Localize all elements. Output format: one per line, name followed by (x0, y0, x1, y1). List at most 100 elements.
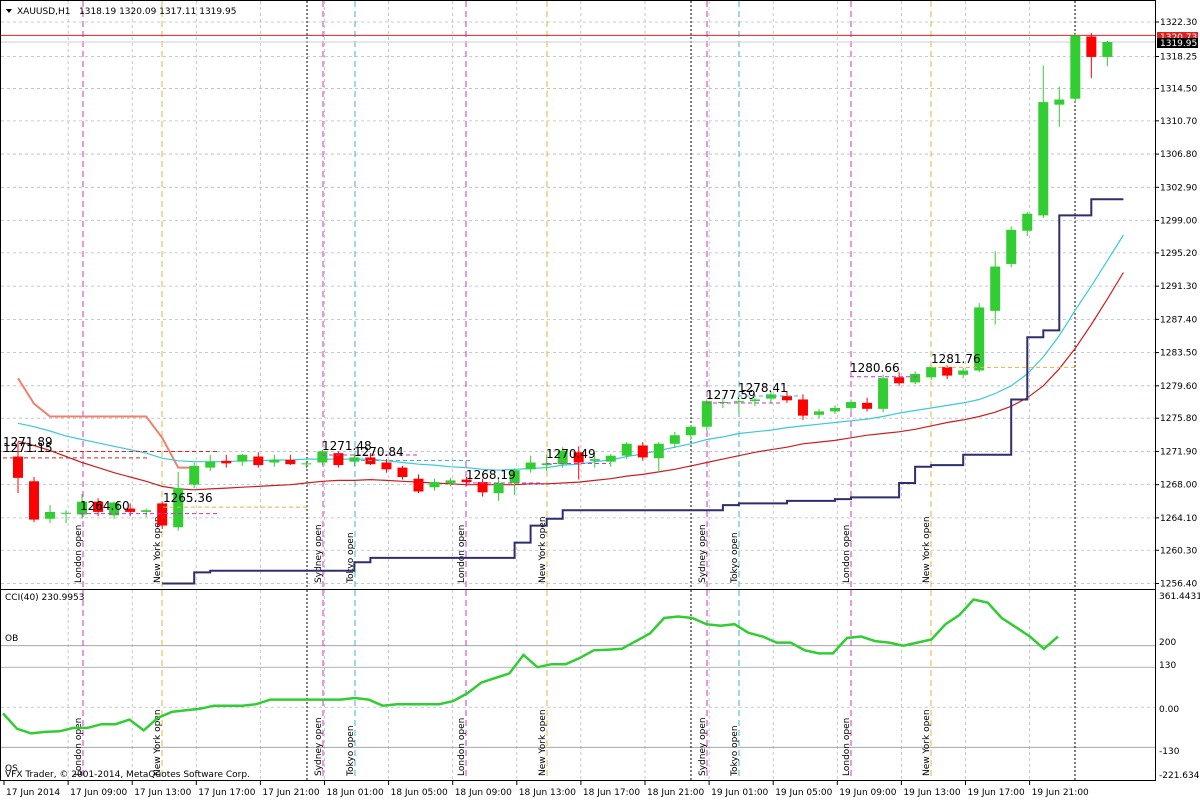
session-label-tokyo: Tokyo open (346, 725, 356, 777)
time-axis-label: 18 Jun 21:00 (647, 788, 704, 798)
candle-bullish (61, 512, 72, 514)
session-label-newyork: New York open (538, 709, 548, 776)
session-label-london: London open (74, 718, 84, 776)
price-axis-label: 1299.00 (1160, 217, 1197, 227)
indicator-title: CCI(40) 230.9953 (5, 593, 85, 603)
candle-bullish (1054, 99, 1065, 105)
session-label-london: London open (74, 525, 84, 583)
candle-bearish (253, 456, 264, 466)
candle-bearish (797, 399, 808, 416)
time-axis-label: 18 Jun 05:00 (391, 788, 448, 798)
candle-bullish (205, 461, 216, 468)
cci-scale-minus130: -130 (1159, 747, 1180, 757)
candle-bullish (45, 511, 56, 519)
candle-bullish (1070, 35, 1081, 99)
time-axis-label: 18 Jun 13:00 (519, 788, 576, 798)
cci-scale-min: -221.6349 (1159, 771, 1200, 781)
session-label-newyork: New York open (153, 516, 163, 583)
candle-bullish (429, 482, 440, 488)
session-label-tokyo: Tokyo open (346, 532, 356, 584)
candle-bullish (653, 443, 664, 459)
candle-bullish (685, 426, 696, 436)
candle-bullish (814, 411, 824, 415)
price-axis-label: 1283.50 (1160, 349, 1197, 359)
session-label-sydney: Sydney open (698, 717, 708, 776)
time-axis-label: 17 Jun 21:00 (262, 788, 319, 798)
price-axis-label: 1295.20 (1160, 249, 1197, 259)
price-axis-label: 1318.25 (1160, 53, 1197, 63)
candle-bullish (1006, 229, 1017, 264)
candle-bullish (910, 373, 921, 383)
time-axis-label: 19 Jun 05:00 (775, 788, 832, 798)
candle-bullish (269, 459, 280, 463)
session-label-sydney: Sydney open (314, 524, 324, 583)
candle-bullish (317, 451, 328, 463)
price-axis-label: 1306.80 (1160, 150, 1197, 160)
candle-bearish (413, 478, 424, 492)
price-axis-label: 1256.40 (1160, 580, 1197, 590)
trading-chart[interactable]: London open London open New York open New Y… (0, 0, 1200, 800)
session-label-tokyo: Tokyo open (730, 532, 740, 584)
time-axis-label: 17 Jun 09:00 (70, 788, 127, 798)
price-axis-label: 1314.50 (1160, 84, 1197, 94)
cci-scale-max: 361.4431 (1159, 592, 1200, 602)
price-axis-label: 1268.00 (1160, 481, 1197, 491)
price-annotation: 1270.84 (354, 445, 404, 459)
price-annotation: 1278.41 (738, 381, 788, 395)
time-axis-label: 18 Jun 09:00 (455, 788, 512, 798)
candle-bullish (189, 465, 200, 485)
candle-bullish (669, 435, 680, 444)
candle-bullish (301, 463, 312, 465)
candle-bearish (285, 459, 296, 465)
candle-bearish (637, 445, 648, 458)
time-axis-label: 18 Jun 01:00 (327, 788, 384, 798)
candle-bullish (141, 510, 152, 512)
candle-bearish (13, 456, 23, 478)
candle-bearish (477, 482, 488, 493)
copyright-text: VFX Trader, © 2001-2014, MetaQuotes Soft… (5, 770, 250, 780)
price-axis-label: 1302.90 (1160, 183, 1197, 193)
price-axis-label: 1287.40 (1160, 315, 1197, 325)
time-axis-label: 17 Jun 17:00 (198, 788, 255, 798)
session-label-tokyo: Tokyo open (730, 725, 740, 777)
candle-bearish (942, 367, 953, 376)
session-label-newyork: New York open (922, 516, 932, 583)
candle-bullish (830, 407, 841, 412)
session-label-london: London open (457, 718, 467, 776)
overbought-label: OB (5, 634, 18, 644)
session-label-london: London open (842, 525, 852, 583)
candle-bearish (862, 402, 873, 409)
price-annotation: 1268.19 (466, 468, 516, 482)
candle-bullish (958, 370, 969, 375)
session-label-newyork: New York open (922, 709, 932, 776)
candle-bullish (445, 480, 456, 483)
candle-bullish (846, 402, 857, 408)
price-annotation: 1281.76 (931, 352, 981, 366)
time-axis-label: 18 Jun 17:00 (583, 788, 640, 798)
candle-bullish (701, 401, 712, 427)
price-axis-label: 1322.30 (1160, 18, 1197, 28)
candle-bullish (1022, 213, 1033, 231)
bid-price: 1319.95 (1160, 39, 1197, 49)
price-annotation: 1271.15 (3, 441, 53, 455)
session-label-sydney: Sydney open (314, 717, 324, 776)
time-axis-label: 17 Jun 2014 (6, 788, 60, 798)
session-label-sydney: Sydney open (698, 524, 708, 583)
candle-bullish (525, 462, 536, 470)
candle-bearish (29, 481, 40, 520)
candle-bullish (878, 378, 889, 409)
candle-bearish (781, 396, 792, 401)
cci-scale-zero: 0.00 (1159, 705, 1179, 715)
price-axis-label: 1264.10 (1160, 514, 1197, 524)
price-axis-label: 1279.60 (1160, 382, 1197, 392)
session-label-london: London open (842, 718, 852, 776)
session-label-london: London open (457, 525, 467, 583)
candle-bullish (237, 454, 248, 462)
price-axis-label: 1260.30 (1160, 546, 1197, 556)
candle-bullish (605, 455, 616, 462)
candle-bullish (926, 367, 937, 378)
price-annotation: 1280.66 (850, 361, 900, 375)
price-annotation: 1265.36 (163, 491, 213, 505)
candle-bullish (1102, 42, 1113, 57)
price-axis-label: 1291.30 (1160, 282, 1197, 292)
